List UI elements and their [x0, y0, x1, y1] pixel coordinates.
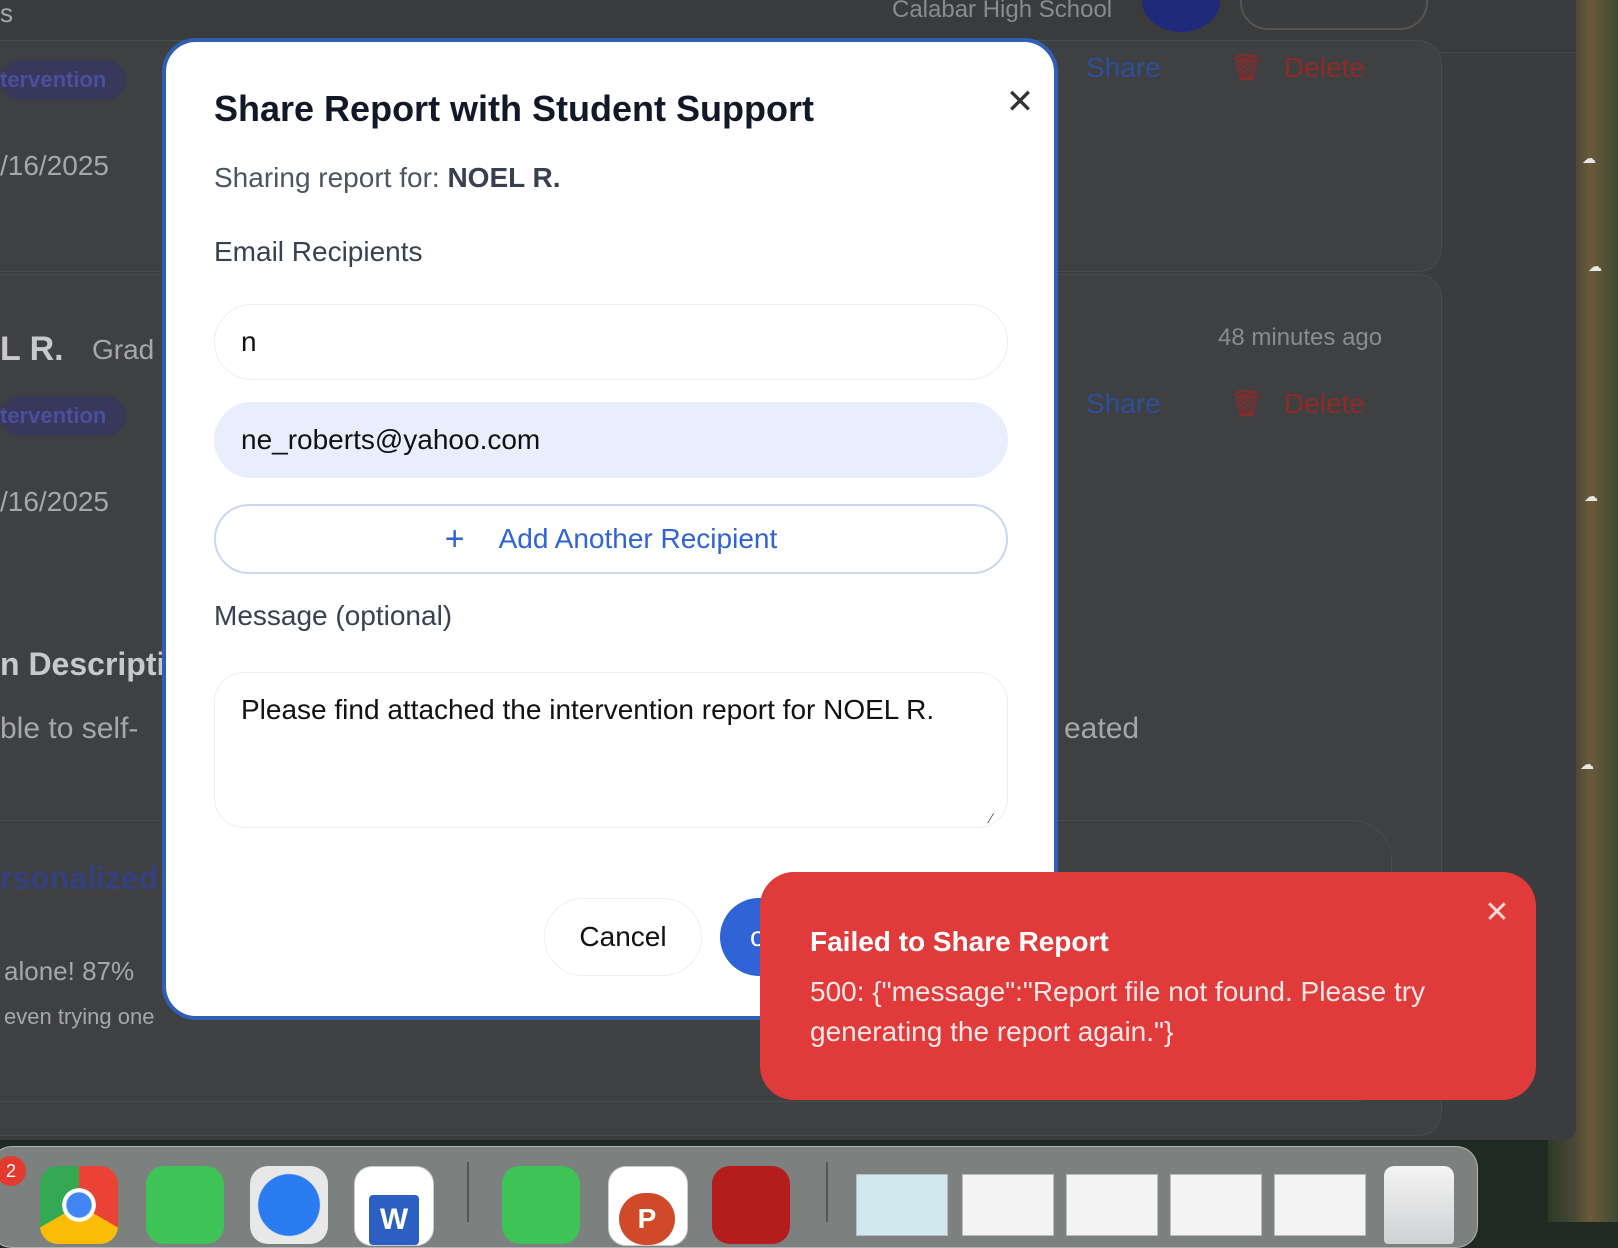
add-recipient-label: Add Another Recipient [498, 523, 778, 554]
close-icon[interactable]: ✕ [1002, 84, 1038, 120]
share-link[interactable]: Share [1086, 388, 1161, 420]
wechat-icon[interactable] [502, 1166, 580, 1244]
report-date: /16/2025 [0, 150, 109, 181]
error-toast: ✕ Failed to Share Report 500: {"message"… [760, 872, 1536, 1100]
description-text-right: eated [1064, 712, 1140, 745]
top-left-fragment: s [0, 0, 13, 28]
account-menu-button[interactable] [1240, 0, 1428, 30]
window-thumbnail[interactable] [1066, 1174, 1158, 1236]
section-heading: n Descripti [0, 646, 166, 682]
avatar[interactable] [1142, 0, 1220, 32]
trash-icon[interactable]: 🗑 [1230, 388, 1263, 419]
add-recipient-button[interactable]: + Add Another Recipient [214, 504, 1008, 574]
quote-text: alone! 87% [4, 956, 135, 986]
trash-icon[interactable] [1384, 1166, 1454, 1244]
cloud-alert-icon: ☁ [1580, 756, 1594, 772]
grade-label: Grad [92, 334, 155, 365]
delete-link[interactable]: Delete [1284, 388, 1365, 420]
close-icon[interactable]: ✕ [1480, 896, 1514, 930]
dock-separator [467, 1162, 469, 1222]
delete-link[interactable]: Delete [1284, 52, 1365, 84]
powerpoint-icon[interactable]: P [608, 1166, 688, 1246]
acrobat-icon[interactable] [712, 1166, 790, 1244]
recipient-email-field[interactable] [214, 402, 1008, 478]
time-ago: 48 minutes ago [1218, 324, 1383, 351]
toast-message: 500: {"message":"Report file not found. … [810, 976, 1426, 1047]
cloud-alert-icon: ☁ [1588, 258, 1602, 274]
cloud-alert-icon: ☁ [1584, 488, 1598, 504]
school-name: Calabar High School [892, 0, 1113, 23]
cloud-alert-icon: ☁ [1582, 150, 1596, 166]
window-thumbnail[interactable] [962, 1174, 1054, 1236]
personalized-heading: rsonalized [0, 860, 159, 896]
sharing-for-text: Sharing report for: NOEL R. [214, 162, 561, 194]
window-thumbnail[interactable] [1170, 1174, 1262, 1236]
window-thumbnail[interactable] [856, 1174, 948, 1236]
message-textarea[interactable]: Please find attached the intervention re… [214, 672, 1008, 828]
chrome-icon[interactable] [40, 1166, 118, 1244]
cancel-button[interactable]: Cancel [544, 898, 702, 976]
plus-icon: + [444, 520, 465, 558]
recipient-email-field[interactable] [214, 304, 1008, 380]
description-text: ble to self- [0, 712, 139, 745]
dialog-title: Share Report with Student Support [214, 88, 814, 129]
word-icon[interactable]: W [354, 1166, 434, 1246]
report-date: /16/2025 [0, 486, 109, 517]
email-recipients-label: Email Recipients [214, 236, 423, 267]
sharing-for-label: Sharing report for: [214, 162, 440, 193]
share-link[interactable]: Share [1086, 52, 1161, 84]
intervention-tag: tervention [0, 396, 127, 436]
facetime-icon[interactable] [146, 1166, 224, 1244]
trash-icon[interactable]: 🗑 [1230, 52, 1263, 83]
safari-icon[interactable] [250, 1166, 328, 1244]
intervention-tag: tervention [0, 60, 127, 100]
resize-grip-icon[interactable]: ∕ [990, 810, 1004, 826]
quote-subtext: even trying one [4, 1004, 155, 1029]
message-label: Message (optional) [214, 600, 453, 631]
window-thumbnail[interactable] [1274, 1174, 1366, 1236]
student-name: L R. [0, 330, 64, 368]
dock-separator [826, 1162, 828, 1222]
toast-title: Failed to Share Report [810, 926, 1109, 957]
student-name: NOEL R. [447, 162, 561, 193]
